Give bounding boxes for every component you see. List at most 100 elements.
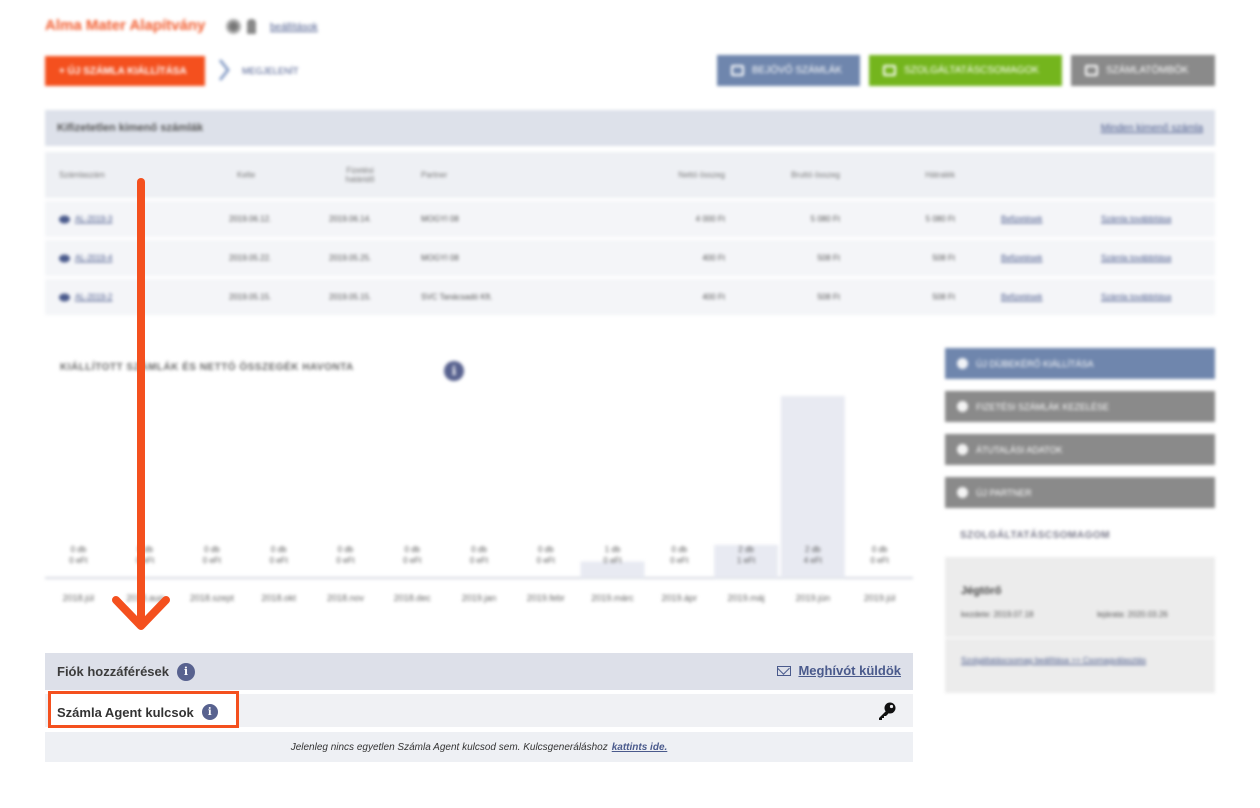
- table-row: AL-2019-3 2019.06.12. 2019.06.14. MOGYI 08 4…: [45, 201, 1215, 237]
- invoice-number-text: AL-2019-4: [75, 253, 113, 263]
- invoice-net: 400 Ft: [645, 254, 725, 263]
- service-end: lejárata: 2020.03.26: [1097, 610, 1168, 619]
- invoice-gross: 508 Ft: [760, 254, 840, 263]
- account-access-title: Fiók hozzáférések: [57, 664, 169, 679]
- invoice-number-text: AL-2019-3: [75, 214, 113, 224]
- x-tick-label: 2018.okt: [261, 593, 296, 603]
- user-icon: [957, 487, 968, 498]
- bar-count-label: 0 db: [338, 545, 354, 554]
- payments-link[interactable]: Befizetések: [1001, 254, 1042, 263]
- forward-invoice-link[interactable]: Számla továbbítása: [1101, 254, 1171, 263]
- bar-count-label: 0 db: [538, 545, 554, 554]
- invoice-partner-text: MOGYI 08: [421, 253, 459, 263]
- empty-message: Jelenleg nincs egyetlen Számla Agent kul…: [290, 741, 608, 753]
- x-tick-label: 2018.nov: [327, 593, 365, 603]
- account-access-header: Fiók hozzáférések i Meghívót küldök: [45, 653, 913, 690]
- invoice-number[interactable]: AL-2019-3: [59, 215, 112, 224]
- forward-invoice-link-text: Számla továbbítása: [1101, 214, 1172, 224]
- invoice-date-text: 2019.06.12.: [229, 214, 272, 224]
- brand-icons: [226, 19, 256, 34]
- more-link[interactable]: MEGJELENÍT: [242, 66, 299, 76]
- payments-link-text: Befizetések: [1001, 253, 1043, 263]
- invoice-due: 2019.05.25.: [329, 254, 371, 263]
- invoice-due-text: 2019.05.25.: [329, 253, 372, 263]
- key-icon[interactable]: [877, 701, 897, 721]
- invoice-remaining: 508 Ft: [875, 254, 955, 263]
- col-gross: Bruttó összeg: [791, 170, 840, 180]
- invoice-date-text: 2019.05.15.: [229, 292, 272, 302]
- invoice-net-text: 4 000 Ft: [695, 214, 725, 224]
- mail-icon: [777, 665, 792, 676]
- bar-count-label: 2 db: [805, 545, 821, 554]
- col-partner: Partner: [421, 170, 448, 180]
- incoming-invoices-button[interactable]: BEJÖVŐ SZÁMLÁK: [717, 55, 860, 86]
- payment-accounts-button[interactable]: FIZETÉSI SZÁMLÁK KEZELÉSE: [945, 391, 1215, 422]
- chevron-right-icon: [218, 59, 230, 81]
- agent-info-icon[interactable]: i: [201, 704, 218, 720]
- col-net: Nettó összeg: [678, 170, 725, 180]
- invoice-remaining-text: 508 Ft: [932, 253, 955, 263]
- invoice-gross-text: 5 080 Ft: [810, 214, 840, 224]
- new-proforma-label: ÚJ DÍJBEKÉRŐ KIÁLLÍTÁSA: [976, 358, 1094, 369]
- invoice-date-text: 2019.05.22.: [229, 253, 272, 263]
- chart-title: KIÁLLÍTOTT SZÁMLÁK ÉS NETTÓ ÖSSZEGÉK HAV…: [60, 362, 354, 373]
- service-name: Jégtörő: [961, 585, 1002, 597]
- invoice-partner: MOGYI 08: [421, 254, 459, 263]
- bar-count-label: 2 db: [738, 545, 754, 554]
- account-info-icon[interactable]: i: [177, 662, 195, 681]
- unpaid-invoices-title: Kifizetetlen kimenő számlák: [57, 122, 204, 134]
- table-row: AL-2019-2 2019.05.15. 2019.05.15. SVC Tanác…: [45, 279, 1215, 315]
- forward-invoice-link[interactable]: Számla továbbítása: [1101, 215, 1171, 224]
- invoice-net: 400 Ft: [645, 293, 725, 302]
- new-proforma-button[interactable]: ÚJ DÍJBEKÉRŐ KIÁLLÍTÁSA: [945, 348, 1215, 379]
- brand-name: Alma Mater Alapítvány: [45, 17, 206, 34]
- generate-key-link[interactable]: kattints ide.: [612, 742, 668, 753]
- x-tick-label: 2018.júl: [63, 593, 95, 603]
- invoice-blocks-button[interactable]: SZÁMLATÖMBÖK: [1071, 55, 1215, 86]
- payments-link[interactable]: Befizetések: [1001, 215, 1042, 224]
- bar-amount-label: 1 eFt: [737, 556, 756, 565]
- pin-icon[interactable]: [247, 19, 256, 34]
- page: Alma Mater Alapítvány beállítások + ÚJ S…: [0, 0, 1260, 808]
- bar-amount-label: 0 eFt: [270, 556, 289, 565]
- invoice-number[interactable]: AL-2019-2: [59, 293, 112, 302]
- transfer-data-button[interactable]: ÁTUTALÁSI ADATOK: [945, 434, 1215, 465]
- bar-count-label: 0 db: [872, 545, 888, 554]
- new-invoice-button[interactable]: + ÚJ SZÁMLA KIÁLLÍTÁSA: [45, 56, 205, 86]
- payments-link[interactable]: Befizetések: [1001, 293, 1042, 302]
- all-outgoing-link[interactable]: Minden kimenő számla: [1101, 123, 1203, 134]
- invoice-remaining: 5 080 Ft: [875, 215, 955, 224]
- invoice-net-text: 400 Ft: [702, 292, 725, 302]
- new-invoice-label: + ÚJ SZÁMLA KIÁLLÍTÁSA: [59, 65, 187, 77]
- service-start: kezdete: 2019.07.18: [961, 610, 1034, 619]
- send-invite-link[interactable]: Meghívót küldök: [777, 663, 901, 678]
- invoice-partner-text: SVC Tanácsadó Kft.: [421, 292, 493, 302]
- incoming-invoices-label: BEJÖVŐ SZÁMLÁK: [752, 65, 843, 76]
- bar-count-label: 0 db: [137, 545, 153, 554]
- invoice-net: 4 000 Ft: [645, 215, 725, 224]
- forward-invoice-link-text: Számla továbbítása: [1101, 253, 1172, 263]
- invoice-date: 2019.06.12.: [229, 215, 271, 224]
- bar-count-label: 0 db: [404, 545, 420, 554]
- chart-info-icon[interactable]: i: [444, 361, 464, 381]
- eye-icon[interactable]: [59, 215, 70, 224]
- service-settings-link[interactable]: Szolgáltatáscsomag beállítása >> Csomagv…: [961, 656, 1151, 666]
- new-partner-button[interactable]: ÚJ PARTNER: [945, 477, 1215, 508]
- bar-amount-label: 4 eFt: [804, 556, 823, 565]
- invoice-partner: MOGYI 08: [421, 215, 459, 224]
- col-due: Fizetési határidő: [345, 166, 375, 184]
- plus-icon: [957, 358, 968, 369]
- service-packages-button[interactable]: SZOLGÁLTATÁSCSOMAGOK: [869, 55, 1062, 86]
- invoice-partner: SVC Tanácsadó Kft.: [421, 293, 492, 302]
- invoice-number[interactable]: AL-2019-4: [59, 254, 112, 263]
- invoice-due-text: 2019.06.14.: [329, 214, 372, 224]
- gear-icon[interactable]: [226, 19, 241, 34]
- bar-count-label: 0 db: [204, 545, 220, 554]
- invoice-table: Számlaszám Kelte Fizetési határidő Partn…: [45, 152, 1215, 315]
- eye-icon[interactable]: [59, 293, 70, 302]
- transfer-icon: [957, 444, 968, 455]
- settings-link[interactable]: beállítások: [270, 22, 318, 33]
- eye-icon[interactable]: [59, 254, 70, 263]
- forward-invoice-link[interactable]: Számla továbbítása: [1101, 293, 1171, 302]
- bar-amount-label: 0 eFt: [136, 556, 155, 565]
